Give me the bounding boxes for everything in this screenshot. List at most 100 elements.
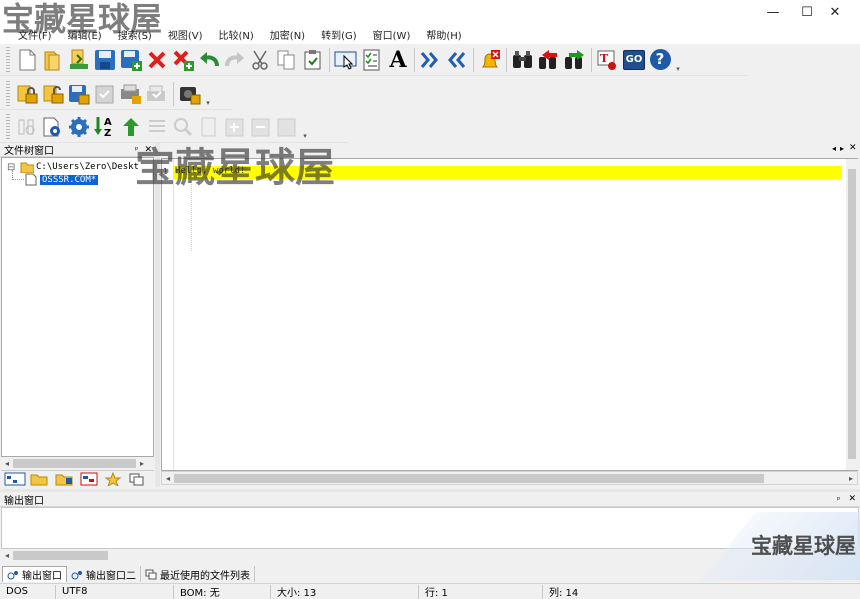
editor-vertical-scrollbar[interactable] xyxy=(846,159,858,470)
decrypt-file-button[interactable] xyxy=(41,81,65,107)
project-tab-icon[interactable] xyxy=(54,472,76,486)
alarm-button[interactable] xyxy=(478,47,502,73)
indent-button[interactable] xyxy=(419,47,443,73)
toolbar-overflow-chevron[interactable]: ▾ xyxy=(300,114,310,140)
copy-path-button[interactable] xyxy=(197,114,221,140)
sort-az-button[interactable]: AZ xyxy=(93,114,117,140)
open-remote-button[interactable] xyxy=(67,47,91,73)
copy-icon xyxy=(277,50,295,69)
scroll-right-arrow[interactable]: ▸ xyxy=(845,474,857,483)
list-button[interactable] xyxy=(145,114,169,140)
undo-icon xyxy=(200,51,219,66)
menu-search[interactable]: 搜索(S) xyxy=(110,27,160,42)
disabled-tool-2[interactable] xyxy=(119,81,143,107)
toolbar-grip[interactable] xyxy=(6,113,10,140)
vertical-splitter[interactable] xyxy=(155,143,160,487)
close-all-button[interactable] xyxy=(171,47,195,73)
scroll-left-arrow[interactable]: ◂ xyxy=(162,474,174,483)
menu-help[interactable]: 帮助(H) xyxy=(418,27,469,42)
file-settings-button[interactable] xyxy=(41,114,65,140)
scroll-thumb[interactable] xyxy=(13,458,136,468)
move-up-button[interactable] xyxy=(119,114,143,140)
tab-output-2[interactable]: 输出窗口二 xyxy=(67,566,141,582)
function-list-tab-icon[interactable] xyxy=(79,472,101,486)
folder-tree-tab-icon[interactable] xyxy=(4,472,26,486)
help-button[interactable]: ? xyxy=(648,47,672,73)
find-button[interactable] xyxy=(511,47,535,73)
menu-window[interactable]: 窗口(W) xyxy=(365,27,419,42)
tab-close-icon[interactable]: ✕ xyxy=(849,143,857,153)
save-button[interactable] xyxy=(93,47,117,73)
tab-scroll-right-icon[interactable]: ▸ xyxy=(840,144,844,153)
select-mode-button[interactable] xyxy=(334,47,358,73)
close-file-button[interactable] xyxy=(145,47,169,73)
new-file-button[interactable] xyxy=(15,47,39,73)
menu-encrypt[interactable]: 加密(N) xyxy=(262,27,313,42)
menu-view[interactable]: 视图(V) xyxy=(160,27,211,42)
tab-scroll-left-icon[interactable]: ◂ xyxy=(832,144,836,153)
folder-tab-icon[interactable] xyxy=(29,472,51,486)
scroll-left-arrow[interactable]: ◂ xyxy=(1,551,13,560)
toolbar-separator xyxy=(414,47,415,72)
search-tree-button[interactable] xyxy=(171,114,195,140)
remove-node-button[interactable] xyxy=(249,114,273,140)
encrypt-save-button[interactable] xyxy=(67,81,91,107)
menu-file[interactable]: 文件(F) xyxy=(10,27,60,42)
toolbar-overflow-chevron[interactable]: ▾ xyxy=(673,47,683,73)
scroll-thumb[interactable] xyxy=(13,551,108,560)
font-icon: A xyxy=(389,46,407,73)
cut-button[interactable] xyxy=(249,47,273,73)
tree-file-node[interactable]: OSSSR.COM* xyxy=(25,173,99,186)
checklist-button[interactable] xyxy=(360,47,384,73)
tab-recent-files[interactable]: 最近使用的文件列表 xyxy=(141,566,255,582)
find-next-button[interactable] xyxy=(563,47,587,73)
scroll-thumb[interactable] xyxy=(848,169,856,459)
sync-button[interactable] xyxy=(15,114,39,140)
file-tree[interactable]: ⊟ C:\Users\Zero\Deskt OSSSR.COM* xyxy=(1,157,154,457)
undo-button[interactable] xyxy=(197,47,221,73)
tools-button[interactable]: T xyxy=(596,47,620,73)
tree-horizontal-scrollbar[interactable]: ◂ ▸ xyxy=(1,457,154,469)
menu-goto[interactable]: 转到(G) xyxy=(313,27,365,42)
status-encoding[interactable]: UTF8 xyxy=(56,584,174,599)
scroll-thumb[interactable] xyxy=(174,473,764,483)
editor-area[interactable]: 1 Hello, world! xyxy=(161,158,858,471)
paste-button[interactable] xyxy=(301,47,325,73)
redo-button[interactable] xyxy=(223,47,247,73)
scroll-left-arrow[interactable]: ◂ xyxy=(1,459,13,468)
save-all-button[interactable] xyxy=(119,47,143,73)
tree-root-node[interactable]: ⊟ C:\Users\Zero\Deskt xyxy=(7,161,139,173)
close-window-button[interactable]: ✕ xyxy=(812,0,858,24)
encrypt-file-button[interactable] xyxy=(15,81,39,107)
add-node-button[interactable] xyxy=(223,114,247,140)
edit-node-button[interactable] xyxy=(275,114,299,140)
pin-icon[interactable]: ᵖ xyxy=(135,145,138,154)
favorites-tab-icon[interactable] xyxy=(104,471,126,486)
secure-tool-button[interactable] xyxy=(178,81,202,107)
font-button[interactable]: A xyxy=(386,47,410,73)
toolbar-grip[interactable] xyxy=(6,80,10,107)
open-file-button[interactable] xyxy=(41,47,65,73)
settings-button[interactable] xyxy=(67,114,91,140)
scroll-right-arrow[interactable]: ▸ xyxy=(136,459,148,468)
window-list-tab-icon[interactable] xyxy=(129,472,145,486)
copy-button[interactable] xyxy=(275,47,299,73)
disabled-tool-1[interactable] xyxy=(93,81,117,107)
disabled-tool-3[interactable] xyxy=(145,81,169,107)
outdent-button[interactable] xyxy=(445,47,469,73)
find-previous-button[interactable] xyxy=(537,47,561,73)
find-previous-icon xyxy=(539,49,557,69)
menu-edit[interactable]: 编辑(E) xyxy=(60,27,110,42)
toolbar-grip[interactable] xyxy=(6,46,10,73)
tab-output-1[interactable]: 输出窗口 xyxy=(2,566,67,582)
status-line-ending[interactable]: DOS xyxy=(0,584,56,599)
toolbar-overflow-chevron[interactable]: ▾ xyxy=(203,81,213,107)
close-icon[interactable]: ✕ xyxy=(144,145,152,155)
close-icon[interactable]: ✕ xyxy=(848,494,856,504)
editor-horizontal-scrollbar[interactable]: ◂ ▸ xyxy=(161,471,858,485)
pin-icon[interactable]: ᵖ xyxy=(837,495,840,504)
output-area[interactable] xyxy=(1,507,859,549)
go-button[interactable]: GO xyxy=(622,47,646,73)
editor-line-text[interactable]: Hello, world! xyxy=(175,166,245,176)
menu-compare[interactable]: 比较(N) xyxy=(211,27,262,42)
